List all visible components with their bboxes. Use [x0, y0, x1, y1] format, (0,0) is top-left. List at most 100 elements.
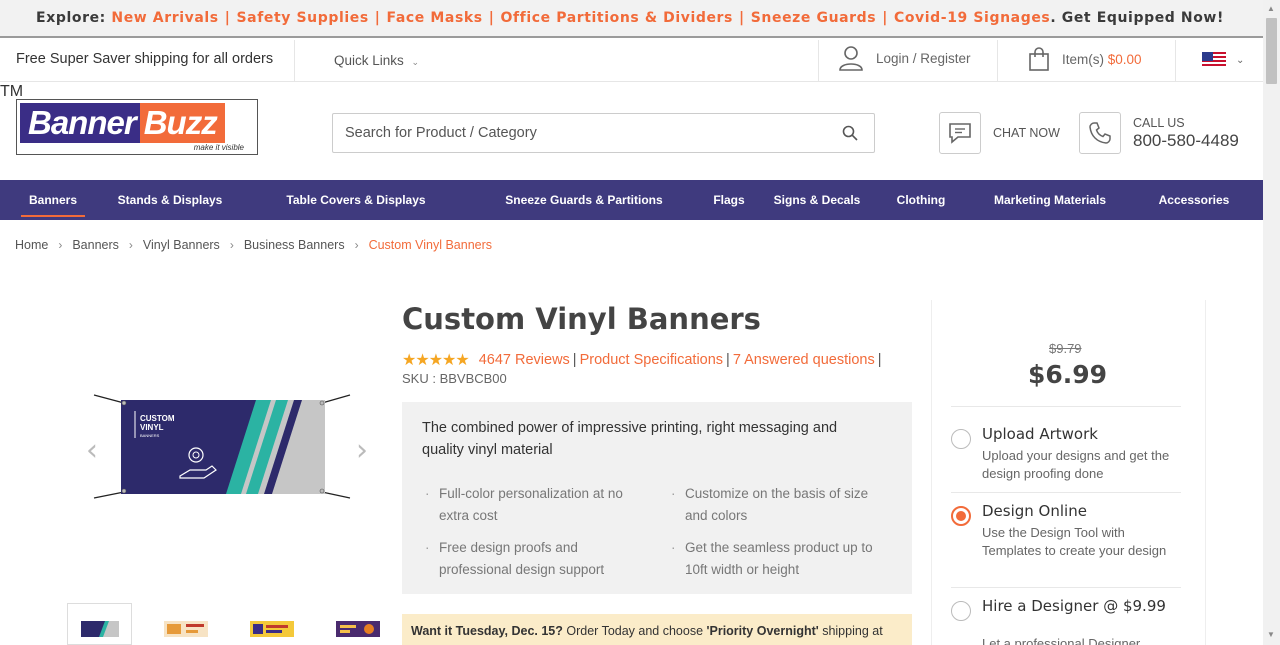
shopping-bag-icon [1029, 47, 1049, 71]
option-title: Design Online [982, 502, 1087, 520]
chat-icon [949, 123, 971, 144]
chevron-down-icon: ⌄ [411, 57, 420, 67]
thumbnail-2[interactable] [153, 603, 218, 645]
country-selector[interactable]: ⌄ [1202, 52, 1244, 68]
breadcrumb-business-banners[interactable]: Business Banners [244, 238, 345, 252]
thumbnail-4[interactable] [325, 603, 390, 645]
call-us-label: CALL US [1133, 115, 1185, 130]
phone-icon [1089, 122, 1111, 144]
bannerbuzz-logo[interactable]: Banner Buzz make it visible [16, 99, 258, 155]
topbar-link-office-partitions[interactable]: Office Partitions & Dividers [500, 10, 733, 26]
topbar-link-safety-supplies[interactable]: Safety Supplies [236, 10, 368, 26]
option-hire-designer[interactable]: Hire a Designer @ $9.99 Let a profession… [951, 597, 1181, 645]
search-icon[interactable] [842, 125, 858, 141]
topbar-link-new-arrivals[interactable]: New Arrivals [111, 10, 218, 26]
login-register-link[interactable]: Login / Register [838, 45, 971, 71]
banner-text-custom: CUSTOM [140, 414, 175, 423]
scroll-down-icon[interactable]: ▼ [1267, 630, 1275, 639]
nav-marketing-materials[interactable]: Marketing Materials [994, 180, 1106, 220]
breadcrumb-vinyl-banners[interactable]: Vinyl Banners [143, 238, 220, 252]
chat-now-label: CHAT NOW [993, 126, 1060, 140]
product-main-image: CUSTOM VINYL BANNERS [93, 394, 351, 499]
site-header: BannerBuzz make it visible TM CHAT NOW C… [0, 83, 1263, 180]
option-upload-artwork[interactable]: Upload Artwork Upload your designs and g… [951, 425, 1181, 485]
chevron-right-icon: › [354, 238, 359, 252]
features-box: The combined power of impressive printin… [402, 402, 912, 594]
phone-number: 800-580-4489 [1133, 130, 1239, 150]
user-icon [839, 46, 863, 71]
us-flag-icon [1202, 52, 1226, 68]
promo-date: Want it Tuesday, Dec. 15? [411, 624, 563, 638]
nav-table-covers[interactable]: Table Covers & Displays [286, 180, 425, 220]
cart-label: Item(s) [1062, 51, 1104, 67]
login-label: Login / Register [876, 50, 971, 66]
thumbnail-1[interactable] [67, 603, 132, 645]
logo-tagline: make it visible [193, 143, 244, 152]
nav-sneeze-guards[interactable]: Sneeze Guards & Partitions [505, 180, 662, 220]
feature-item: Customize on the basis of size and color… [669, 483, 879, 527]
breadcrumb-home[interactable]: Home [15, 238, 48, 252]
option-design-online[interactable]: Design Online Use the Design Tool with T… [951, 502, 1181, 582]
nav-stands-displays[interactable]: Stands & Displays [118, 180, 223, 220]
radio-upload-artwork[interactable] [951, 429, 971, 449]
search-input[interactable] [333, 114, 813, 152]
product-title: Custom Vinyl Banners [402, 302, 761, 336]
chat-now-button[interactable]: CHAT NOW [939, 112, 1060, 154]
topbar-link-covid-signages[interactable]: Covid-19 Signages [894, 10, 1050, 26]
star-rating-icon: ★★★★★ [402, 352, 470, 369]
chevron-right-icon: › [58, 238, 63, 252]
thumbnail-strip [67, 603, 390, 645]
call-us[interactable]: CALL US 800-580-4489 [1079, 112, 1239, 154]
quick-links-label: Quick Links [334, 53, 404, 68]
topbar-link-sneeze-guards[interactable]: Sneeze Guards [751, 10, 877, 26]
promo-text: Order Today and choose [562, 624, 707, 638]
topbar-cta: Get Equipped Now! [1061, 10, 1224, 26]
features-heading: The combined power of impressive printin… [422, 420, 838, 458]
search-box [332, 113, 875, 153]
nav-accessories[interactable]: Accessories [1159, 180, 1230, 220]
sku-label: SKU : BBVBCB00 [402, 371, 507, 386]
nav-flags[interactable]: Flags [713, 180, 744, 220]
option-title: Hire a Designer @ $9.99 [982, 597, 1166, 615]
nav-banners[interactable]: Banners [20, 180, 86, 220]
feature-item: Get the seamless product up to 10ft widt… [669, 537, 879, 581]
phone-icon-box [1079, 112, 1121, 154]
logo-text-banner: Banner [20, 103, 140, 143]
option-desc: Let a professional Designer [982, 636, 1141, 645]
cart-link[interactable]: Item(s) $0.00 [1028, 47, 1142, 71]
promo-topbar: Explore: New Arrivals | Safety Supplies | Fa… [0, 0, 1280, 38]
topbar-link-face-masks[interactable]: Face Masks [387, 10, 483, 26]
banner-text-banners: BANNERS [140, 433, 160, 438]
option-desc: Upload your designs and get the design p… [982, 448, 1170, 481]
chevron-right-icon: › [229, 238, 234, 252]
product-specs-link[interactable]: Product Specifications [580, 352, 723, 368]
current-price: $6.99 [1028, 360, 1108, 389]
answered-questions-link[interactable]: 7 Answered questions [733, 352, 875, 368]
feature-item: Full-color personalization at no extra c… [423, 483, 633, 527]
breadcrumb: Home › Banners › Vinyl Banners › Business B… [15, 238, 492, 252]
utility-bar: Free Super Saver shipping for all orders… [0, 40, 1263, 82]
chat-icon-box [939, 112, 981, 154]
delivery-promo: Want it Tuesday, Dec. 15? Order Today an… [402, 614, 912, 645]
breadcrumb-banners[interactable]: Banners [72, 238, 119, 252]
chevron-down-icon: ⌄ [1236, 54, 1245, 66]
promo-shipping-option: 'Priority Overnight' [706, 624, 819, 638]
radio-hire-designer[interactable] [951, 601, 971, 621]
scroll-up-icon[interactable]: ▲ [1267, 4, 1275, 13]
option-desc: Use the Design Tool with Templates to cr… [982, 525, 1167, 558]
logo-trademark: TM [0, 83, 24, 100]
quick-links-dropdown[interactable]: Quick Links ⌄ [334, 53, 419, 68]
logo-text-buzz: Buzz [139, 103, 225, 143]
reviews-link[interactable]: 4647 Reviews [479, 352, 570, 368]
nav-signs-decals[interactable]: Signs & Decals [774, 180, 861, 220]
scrollbar-thumb[interactable] [1266, 18, 1277, 84]
radio-design-online[interactable] [951, 506, 971, 526]
cart-amount: $0.00 [1107, 51, 1142, 67]
nav-clothing[interactable]: Clothing [897, 180, 946, 220]
vertical-scrollbar[interactable]: ▲ ▼ [1263, 0, 1280, 645]
chevron-right-icon: › [128, 238, 133, 252]
promo-text-end: shipping at [818, 624, 883, 638]
thumbnail-3[interactable] [239, 603, 304, 645]
old-price: $9.79 [1049, 341, 1082, 356]
breadcrumb-current: Custom Vinyl Banners [368, 238, 493, 252]
